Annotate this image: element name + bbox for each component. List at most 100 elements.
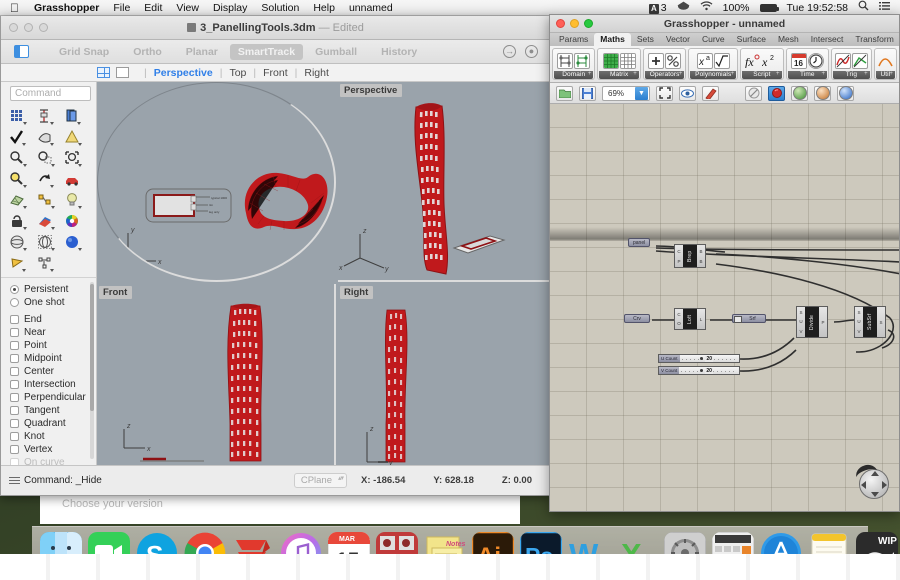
zoom-button[interactable]: [39, 23, 48, 32]
menu-item-solution[interactable]: Solution: [254, 0, 306, 16]
output-ports[interactable]: BB: [697, 245, 705, 267]
save-icon[interactable]: [579, 85, 596, 101]
preview-eye-icon[interactable]: [679, 85, 696, 101]
options-icon[interactable]: ●: [525, 45, 538, 58]
rhino-left-sidebar[interactable]: Command Persistent One shot End Near Poi…: [1, 82, 97, 465]
viewport-label[interactable]: Perspective: [340, 84, 403, 97]
checkbox-intersection[interactable]: [10, 380, 19, 389]
surface-tool-icon[interactable]: [37, 129, 57, 147]
component-loft[interactable]: CO Loft L: [674, 308, 706, 330]
slider-track[interactable]: 20: [679, 355, 739, 362]
zoom-extents-icon[interactable]: [656, 85, 673, 101]
osnap-center[interactable]: Center: [10, 365, 91, 378]
viewport-front[interactable]: Front z x: [97, 284, 336, 465]
single-view-icon[interactable]: [116, 67, 129, 78]
zoom-tool-icon[interactable]: [9, 150, 29, 168]
component-brep[interactable]: CP Brep BB: [674, 244, 706, 268]
apple-logo-icon[interactable]: : [0, 1, 27, 15]
calendar-icon[interactable]: 16: [790, 52, 807, 69]
tab-sets[interactable]: Sets: [631, 33, 660, 46]
ribbon-group-operators[interactable]: Operators: [642, 48, 687, 80]
slider-v-count[interactable]: V Count 20: [658, 366, 740, 375]
distance-tool-icon[interactable]: [37, 108, 57, 126]
osnap-panel[interactable]: Persistent One shot End Near Point Midpo…: [1, 278, 96, 465]
no-preview-icon[interactable]: [745, 85, 762, 101]
mesh-tool-icon[interactable]: [9, 192, 29, 210]
car-render-icon[interactable]: [64, 171, 84, 189]
slider-u-count[interactable]: U Count 20: [658, 354, 740, 363]
osnap-midpoint[interactable]: Midpoint: [10, 352, 91, 365]
four-view-icon[interactable]: [97, 67, 110, 78]
color-wheel-icon[interactable]: [64, 213, 84, 231]
lock-tool-icon[interactable]: [9, 213, 29, 231]
green-sphere-icon[interactable]: [791, 85, 808, 101]
tab-vector[interactable]: Vector: [660, 33, 696, 46]
slider-track[interactable]: 20: [679, 367, 739, 374]
ribbon-group-domain[interactable]: Domain: [552, 48, 596, 80]
sidebar-toggle-icon[interactable]: [14, 45, 29, 58]
toggle-ortho[interactable]: Ortho: [121, 46, 174, 58]
menu-item-file[interactable]: File: [106, 0, 137, 16]
x-squared-icon[interactable]: x2: [762, 53, 778, 69]
toggle-smarttrack[interactable]: SmartTrack: [229, 43, 304, 60]
radio-persistent[interactable]: [10, 285, 19, 294]
osnap-perpendicular[interactable]: Perpendicular: [10, 391, 91, 404]
select-check-icon[interactable]: [9, 129, 29, 147]
osnap-intersection[interactable]: Intersection: [10, 378, 91, 391]
blue-sphere-icon[interactable]: [837, 85, 854, 101]
toggle-grid-snap[interactable]: Grid Snap: [47, 46, 121, 58]
next-icon[interactable]: →: [503, 45, 516, 58]
viewport-right[interactable]: Right z y: [338, 284, 550, 465]
component-subsrf[interactable]: SUV SubSrf S: [854, 306, 886, 338]
checkbox-point[interactable]: [10, 341, 19, 350]
ribbon-group-matrix[interactable]: Matrix: [597, 48, 641, 80]
checkbox-perpendicular[interactable]: [10, 393, 19, 402]
checkbox-knot[interactable]: [10, 432, 19, 441]
viewport-label[interactable]: Right: [340, 286, 374, 299]
checkbox-tangent[interactable]: [10, 406, 19, 415]
menu-item-display[interactable]: Display: [206, 0, 254, 16]
sphere-dashed-icon[interactable]: [37, 234, 57, 252]
tab-curve[interactable]: Curve: [696, 33, 731, 46]
osnap-tangent[interactable]: Tangent: [10, 404, 91, 417]
gaussian-icon[interactable]: [877, 53, 893, 69]
tab-maths[interactable]: Maths: [594, 33, 631, 46]
rotate-view-icon[interactable]: [37, 171, 57, 189]
graph-icon[interactable]: [851, 52, 868, 69]
nodes-tool-icon[interactable]: [37, 255, 57, 273]
domain-split-icon[interactable]: [574, 52, 591, 69]
tab-intersect[interactable]: Intersect: [805, 33, 850, 46]
tab-surface[interactable]: Surface: [731, 33, 772, 46]
input-ports[interactable]: CP: [675, 245, 683, 267]
component-panel-param[interactable]: panel: [628, 238, 651, 247]
checkbox-midpoint[interactable]: [10, 354, 19, 363]
toggle-history[interactable]: History: [369, 46, 429, 58]
component-crv-param[interactable]: Crv: [624, 314, 650, 323]
cplane-selector[interactable]: CPlane: [293, 473, 348, 488]
grasshopper-canvas[interactable]: panel CP Brep BB Crv CO Loft L Srf S U V…: [550, 104, 899, 511]
rhino-window[interactable]: 3_PanellingTools.3dm — Edited Grid Snap …: [0, 16, 551, 496]
component-srf-param[interactable]: Srf: [732, 314, 766, 323]
osnap-near[interactable]: Near: [10, 326, 91, 339]
light-tool-icon[interactable]: [64, 192, 84, 210]
osnap-vertex[interactable]: Vertex: [10, 443, 91, 456]
plus-icon[interactable]: [648, 52, 665, 69]
toggle-planar[interactable]: Planar: [174, 46, 230, 58]
output-ports[interactable]: P: [819, 307, 827, 337]
checkbox-vertex[interactable]: [10, 445, 19, 454]
minimize-button[interactable]: [24, 23, 33, 32]
close-button[interactable]: [9, 23, 18, 32]
menu-item-help[interactable]: Help: [306, 0, 342, 16]
viewport-tab-bar[interactable]: | Perspective | Top | Front | Right: [1, 64, 550, 82]
checkbox-center[interactable]: [10, 367, 19, 376]
domain-icon[interactable]: [557, 52, 574, 69]
osnap-point[interactable]: Point: [10, 339, 91, 352]
ribbon-group-script[interactable]: fx x2 Script: [740, 48, 784, 80]
viewport-top[interactable]: Top typical 1000 rim leg only y x: [97, 82, 336, 282]
tab-top[interactable]: Top: [229, 67, 246, 79]
checkbox-end[interactable]: [10, 315, 19, 324]
percent-icon[interactable]: [665, 52, 682, 69]
osnap-quadrant[interactable]: Quadrant: [10, 417, 91, 430]
zoom-level-control[interactable]: 69% ▼: [602, 85, 650, 101]
tab-front[interactable]: Front: [263, 67, 288, 79]
